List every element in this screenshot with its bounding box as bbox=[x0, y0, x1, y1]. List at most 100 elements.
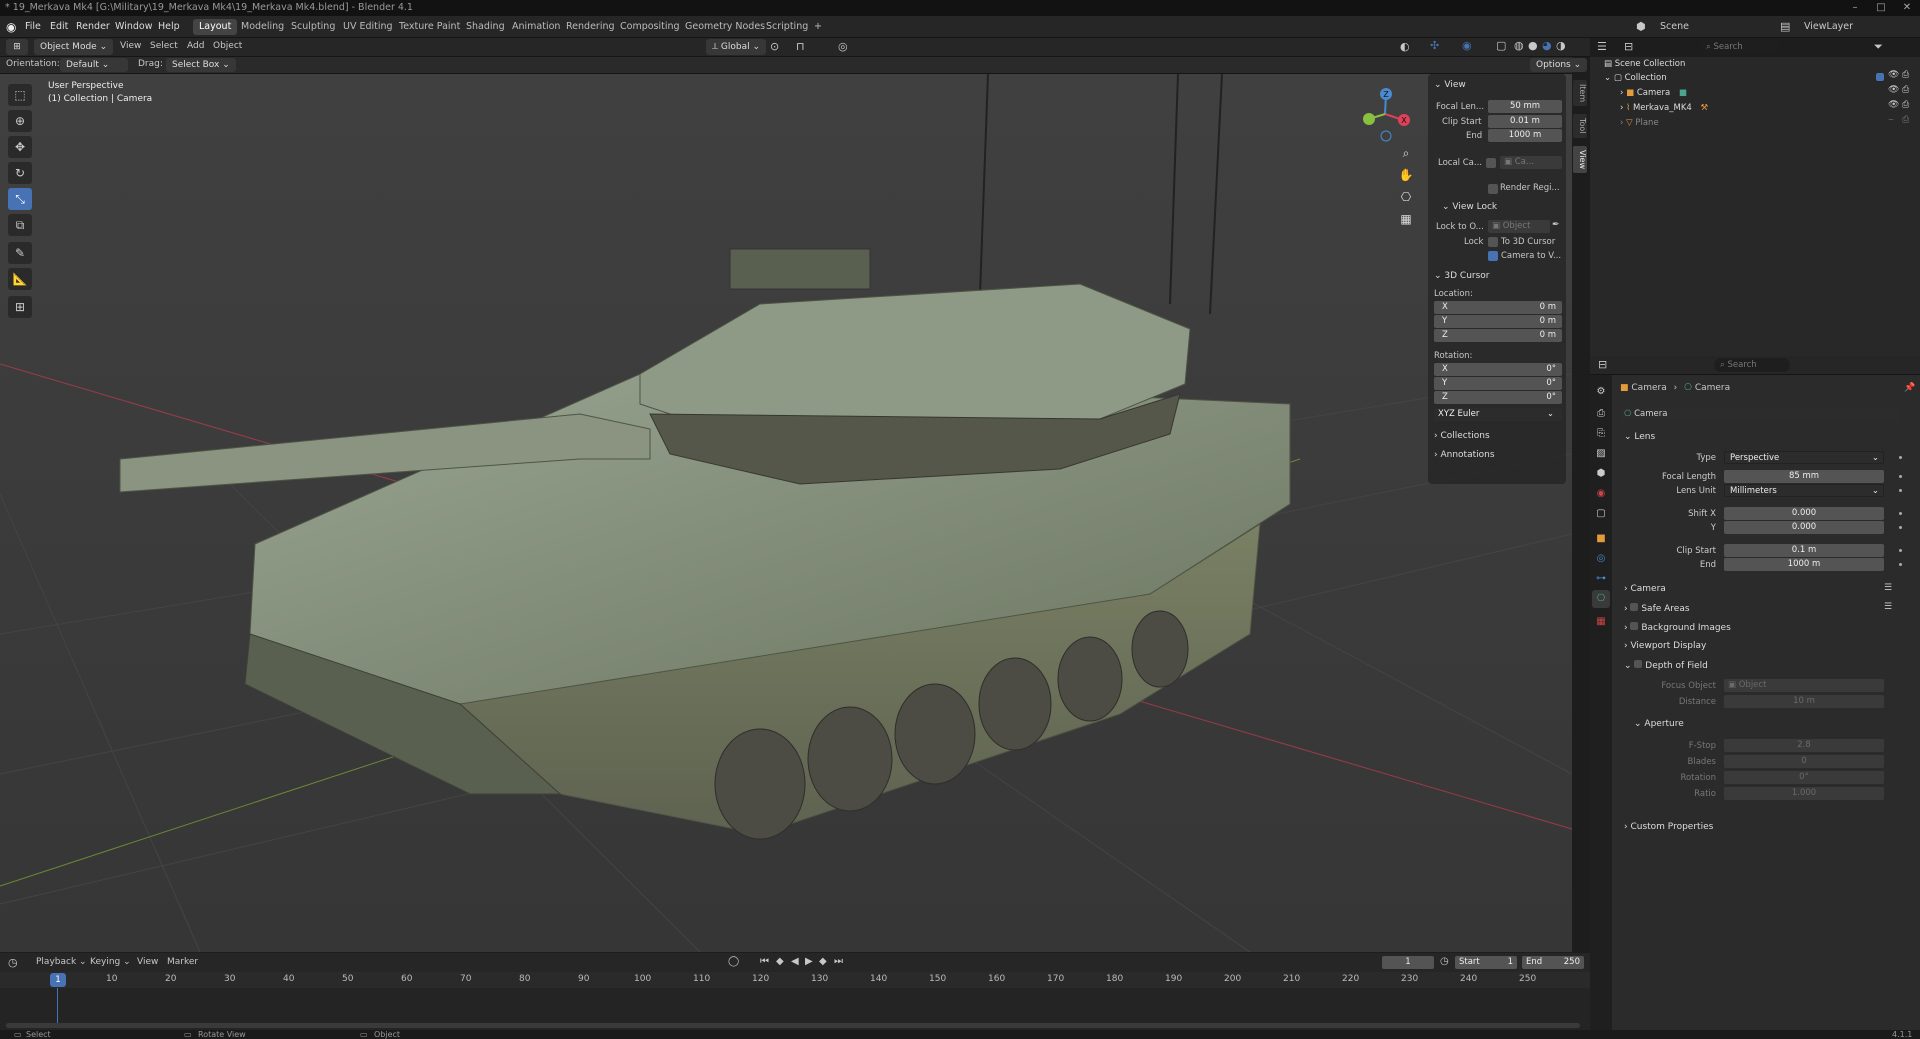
cursor-tool-icon[interactable]: ⊕ bbox=[8, 110, 32, 132]
measure-tool-icon[interactable]: 📐 bbox=[8, 268, 32, 290]
lens-panel-header[interactable]: ⌄ Lens bbox=[1624, 432, 1655, 442]
collection-render-icon[interactable]: ⎙ bbox=[1902, 70, 1909, 80]
dof-panel-header[interactable]: ⌄ Depth of Field bbox=[1624, 660, 1708, 671]
play-icon[interactable]: ▶ bbox=[805, 956, 813, 967]
wireframe-shading-icon[interactable]: ◍ bbox=[1514, 39, 1524, 52]
tab-scripting[interactable]: Scripting bbox=[760, 19, 814, 35]
viewlayer-selector[interactable]: ViewLayer bbox=[1804, 21, 1853, 32]
end-frame-field[interactable]: End 250 bbox=[1522, 956, 1584, 969]
merkava-visibility-icon[interactable]: 👁 bbox=[1888, 100, 1899, 110]
lock-to-3d-cursor-checkbox[interactable] bbox=[1488, 237, 1498, 247]
collection-include-checkbox[interactable] bbox=[1876, 73, 1884, 81]
blades-field[interactable]: 0 bbox=[1724, 755, 1884, 768]
scene-selector[interactable]: Scene bbox=[1660, 21, 1689, 32]
mode-selector[interactable]: Object Mode ⌄ bbox=[34, 39, 114, 55]
jump-keyframe-back-icon[interactable]: ◆ bbox=[776, 956, 784, 967]
keyframe-dot[interactable] bbox=[1899, 526, 1902, 529]
menu-file[interactable]: File bbox=[25, 16, 41, 38]
camera-panel-header[interactable]: › Camera bbox=[1624, 584, 1666, 594]
outliner-search-input[interactable]: ⌕ Search bbox=[1700, 40, 1780, 54]
outliner-row-collection[interactable]: ⌄ ▢ Collection bbox=[1604, 71, 1667, 85]
outliner-editor-icon[interactable]: ☰ bbox=[1597, 40, 1607, 53]
preview-range-icon[interactable]: ◷ bbox=[1440, 956, 1449, 967]
tab-geometry-nodes[interactable]: Geometry Nodes bbox=[679, 19, 771, 35]
tab-rendering[interactable]: Rendering bbox=[560, 19, 621, 35]
render-region-checkbox[interactable] bbox=[1488, 184, 1498, 194]
menu-render[interactable]: Render bbox=[76, 16, 110, 38]
outliner-row-merkava[interactable]: › ⌇ Merkava_MK4 ⚒ bbox=[1620, 101, 1708, 115]
frame-ruler[interactable]: 1 10 20 30 40 50 60 70 80 90 100 110 120… bbox=[0, 972, 1590, 988]
zoom-icon[interactable]: ⌕ bbox=[1395, 142, 1417, 164]
minimize-icon[interactable]: – bbox=[1842, 0, 1868, 16]
dof-checkbox[interactable] bbox=[1634, 660, 1643, 668]
safe-areas-panel-header[interactable]: › Safe Areas bbox=[1624, 603, 1690, 614]
camera-datablock-selector[interactable]: ⎔ Camera bbox=[1620, 407, 1900, 421]
clip-end-field[interactable]: 1000 m bbox=[1488, 129, 1562, 142]
maximize-icon[interactable]: □ bbox=[1868, 0, 1894, 16]
aperture-subpanel-header[interactable]: ⌄ Aperture bbox=[1634, 719, 1684, 729]
view-layer-tab-icon[interactable]: ▨ bbox=[1592, 445, 1610, 463]
orientation-dropdown[interactable]: Default ⌄ bbox=[60, 58, 128, 72]
shift-y-field[interactable]: 0.000 bbox=[1724, 521, 1884, 534]
constraints-tab-icon[interactable]: ⊶ bbox=[1592, 570, 1610, 588]
snap-icon[interactable]: ⊓ bbox=[796, 40, 805, 53]
clip-start-field[interactable]: 0.01 m bbox=[1488, 115, 1562, 128]
tab-layout[interactable]: Layout bbox=[193, 19, 238, 35]
focal-length-field[interactable]: 85 mm bbox=[1724, 470, 1884, 483]
lens-type-dropdown[interactable]: Perspective ⌄ bbox=[1724, 451, 1884, 464]
playback-menu[interactable]: Playback ⌄ bbox=[36, 957, 87, 967]
outliner-row-scene-collection[interactable]: ▤ Scene Collection bbox=[1604, 57, 1685, 71]
close-icon[interactable]: ✕ bbox=[1894, 0, 1920, 16]
3d-cursor-header[interactable]: ⌄ 3D Cursor bbox=[1434, 271, 1490, 281]
jump-start-icon[interactable]: ⏮ bbox=[760, 956, 769, 967]
distance-field[interactable]: 10 m bbox=[1724, 695, 1884, 708]
texture-tab-icon[interactable]: ▦ bbox=[1592, 613, 1610, 631]
properties-editor-icon[interactable]: ⊟ bbox=[1598, 358, 1607, 371]
object-menu[interactable]: Object bbox=[213, 41, 242, 51]
eyedropper-icon[interactable]: ✒ bbox=[1552, 220, 1560, 230]
marker-menu[interactable]: Marker bbox=[167, 957, 198, 967]
cursor-rotation-x[interactable]: X 0° bbox=[1434, 363, 1562, 376]
lock-to-object-field[interactable]: ▣ Object bbox=[1488, 220, 1550, 233]
visibility-icon[interactable]: ◐ bbox=[1400, 40, 1410, 53]
clip-start-field[interactable]: 0.1 m bbox=[1724, 544, 1884, 557]
annotate-tool-icon[interactable]: ✎ bbox=[8, 242, 32, 264]
proportional-edit-icon[interactable]: ◎ bbox=[838, 40, 848, 53]
timeline-scrollbar[interactable] bbox=[6, 1023, 1580, 1028]
play-reverse-icon[interactable]: ◀ bbox=[791, 956, 799, 967]
presets-list-icon[interactable]: ☰ bbox=[1884, 583, 1892, 593]
add-menu[interactable]: Add bbox=[187, 41, 204, 51]
camera-render-icon[interactable]: ⎙ bbox=[1902, 85, 1909, 95]
camera-to-view-checkbox[interactable] bbox=[1488, 251, 1498, 261]
jump-end-icon[interactable]: ⏭ bbox=[834, 956, 843, 967]
cursor-location-x[interactable]: X 0 m bbox=[1434, 301, 1562, 314]
outliner-row-plane[interactable]: › ▽ Plane bbox=[1620, 116, 1659, 130]
move-tool-icon[interactable]: ✥ bbox=[8, 136, 32, 158]
add-cube-tool-icon[interactable]: ⊞ bbox=[8, 296, 32, 318]
output-tab-icon[interactable]: ⎘ bbox=[1592, 425, 1610, 443]
ratio-field[interactable]: 1.000 bbox=[1724, 787, 1884, 800]
menu-edit[interactable]: Edit bbox=[50, 16, 68, 38]
world-tab-icon[interactable]: ◉ bbox=[1592, 485, 1610, 503]
camera-view-icon[interactable]: ⎔ bbox=[1395, 186, 1417, 208]
aperture-rotation-field[interactable]: 0° bbox=[1724, 771, 1884, 784]
add-workspace-button[interactable]: + bbox=[808, 19, 828, 35]
y-axis-handle[interactable] bbox=[1363, 113, 1375, 125]
rotate-tool-icon[interactable]: ↻ bbox=[8, 162, 32, 184]
solid-shading-icon[interactable]: ● bbox=[1528, 39, 1538, 52]
keyframe-dot[interactable] bbox=[1899, 512, 1902, 515]
transform-orientation[interactable]: ⟂ Global ⌄ bbox=[706, 39, 766, 55]
focal-length-field[interactable]: 50 mm bbox=[1488, 100, 1562, 113]
rendered-shading-icon[interactable]: ◑ bbox=[1556, 39, 1566, 52]
background-images-checkbox[interactable] bbox=[1630, 622, 1639, 630]
cursor-location-z[interactable]: Z 0 m bbox=[1434, 329, 1562, 342]
cursor-location-y[interactable]: Y 0 m bbox=[1434, 315, 1562, 328]
display-mode-icon[interactable]: ⊟ bbox=[1624, 40, 1633, 53]
select-box-tool-icon[interactable]: ⬚ bbox=[8, 84, 32, 106]
background-images-panel-header[interactable]: › Background Images bbox=[1624, 622, 1731, 633]
keyframe-dot[interactable] bbox=[1899, 456, 1902, 459]
options-button[interactable]: Options ⌄ bbox=[1530, 58, 1588, 72]
tab-view[interactable]: View bbox=[1573, 146, 1587, 173]
local-camera-checkbox[interactable] bbox=[1486, 158, 1496, 168]
viewport-display-panel-header[interactable]: › Viewport Display bbox=[1624, 641, 1706, 651]
